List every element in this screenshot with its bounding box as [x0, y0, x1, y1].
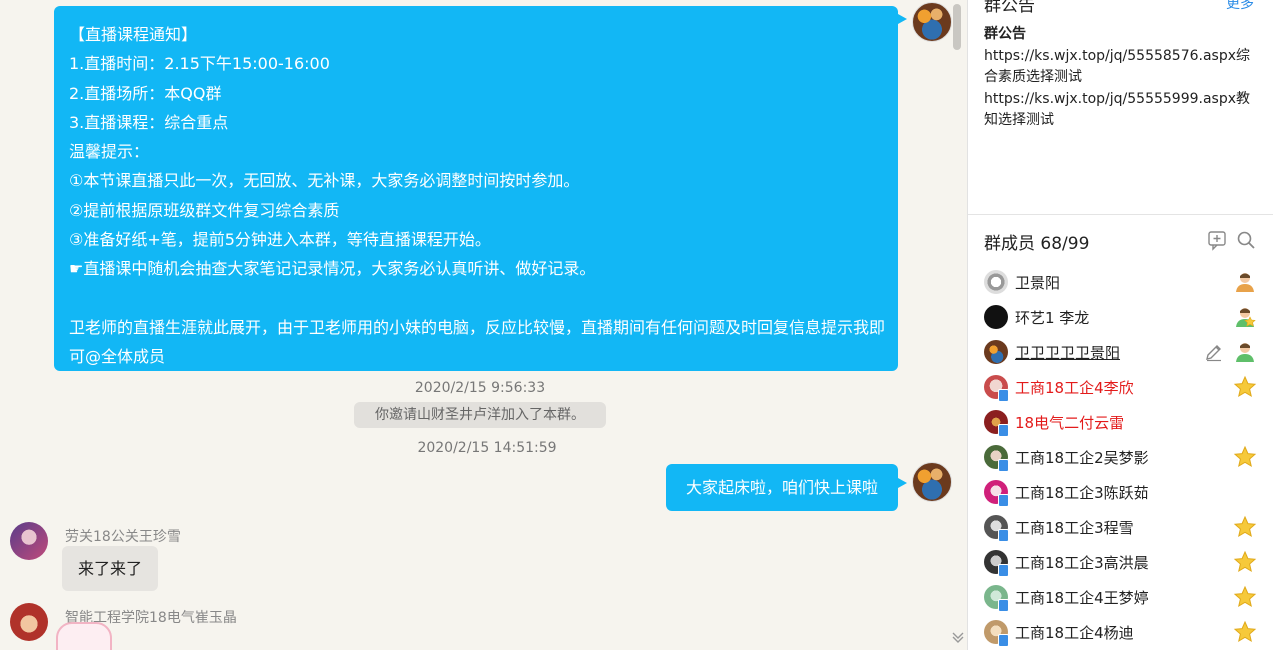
- member-row[interactable]: 工商18工企4杨迪: [984, 617, 1264, 647]
- my-message-bubble[interactable]: 大家起床啦，咱们快上课啦: [666, 464, 898, 511]
- member-avatar[interactable]: [984, 305, 1008, 329]
- star-icon: [1233, 585, 1257, 609]
- chat-scrollbar[interactable]: [951, 0, 965, 650]
- notice-message-bubble[interactable]: 【直播课程通知】 1.直播时间：2.15下午15:00-16:00 2.直播场所…: [54, 6, 898, 371]
- notice-line: ②提前根据原班级群文件复习综合素质: [69, 200, 340, 220]
- announcement-more-link[interactable]: 更多: [1226, 0, 1254, 13]
- member-row[interactable]: 卫卫卫卫卫景阳: [984, 337, 1264, 367]
- announcement-line: https://ks.wjx.top/jq/55558576.aspx综: [984, 47, 1251, 64]
- announcement-content[interactable]: 群公告 https://ks.wjx.top/jq/55558576.aspx综…: [984, 24, 1262, 132]
- star-icon: [1233, 445, 1257, 469]
- chat-pane: 【直播课程通知】 1.直播时间：2.15下午15:00-16:00 2.直播场所…: [0, 0, 967, 650]
- member-name[interactable]: 卫卫卫卫卫景阳: [1015, 342, 1120, 363]
- announcement-line: 合素质选择测试: [984, 69, 1082, 85]
- member-row[interactable]: 工商18工企3陈跃茹: [984, 477, 1264, 507]
- notice-line: 2.直播场所：本QQ群: [69, 83, 222, 103]
- mobile-online-icon: [998, 599, 1009, 612]
- member-name[interactable]: 18电气二付云雷: [1015, 412, 1124, 433]
- group-info-pane: 群公告 更多 群公告 https://ks.wjx.top/jq/5555857…: [967, 0, 1273, 650]
- system-message: 你邀请山财圣井卢洋加入了本群。: [354, 402, 606, 428]
- sender-avatar[interactable]: [10, 603, 48, 641]
- announcement-title: 群公告: [984, 0, 1035, 16]
- member-row[interactable]: 工商18工企3高洪晨: [984, 547, 1264, 577]
- member-name[interactable]: 工商18工企4王梦婷: [1015, 587, 1149, 608]
- sender-name[interactable]: 劳关18公关王珍雪: [65, 526, 181, 546]
- star-icon: [1233, 515, 1257, 539]
- mobile-online-icon: [998, 564, 1009, 577]
- announcement-line: 知选择测试: [984, 112, 1054, 128]
- notice-closing: 卫老师的直播生涯就此展开，由于卫老师用的小妹的电脑，反应比较慢，直播期间有任何问…: [69, 317, 886, 367]
- members-title: 群成员 68/99: [984, 234, 1090, 254]
- star-icon: [1233, 375, 1257, 399]
- announcement-line: https://ks.wjx.top/jq/55555999.aspx教: [984, 90, 1251, 107]
- search-icon[interactable]: [1235, 229, 1257, 251]
- mobile-online-icon: [998, 389, 1009, 402]
- edit-icon[interactable]: [1204, 342, 1224, 362]
- scroll-thumb[interactable]: [953, 4, 961, 50]
- member-avatar[interactable]: [984, 340, 1008, 364]
- notice-line: 1.直播时间：2.15下午15:00-16:00: [69, 54, 330, 74]
- sticker-image[interactable]: [56, 622, 112, 650]
- notice-line: 3.直播课程：综合重点: [69, 112, 229, 132]
- message-bubble[interactable]: 来了来了: [62, 546, 158, 591]
- member-row[interactable]: 工商18工企4李欣: [984, 372, 1264, 402]
- member-row[interactable]: 工商18工企3程雪: [984, 512, 1264, 542]
- add-member-icon[interactable]: [1206, 229, 1228, 251]
- member-row[interactable]: 18电气二付云雷: [984, 407, 1264, 437]
- star-icon: [1233, 550, 1257, 574]
- mobile-online-icon: [998, 529, 1009, 542]
- scroll-down-icon[interactable]: [951, 630, 965, 644]
- notice-line: 【直播课程通知】: [69, 25, 198, 44]
- timestamp: 2020/2/15 9:56:33: [414, 380, 546, 396]
- mobile-online-icon: [998, 494, 1009, 507]
- announcement-heading: 群公告: [984, 26, 1026, 42]
- my-avatar[interactable]: [912, 2, 952, 42]
- member-row[interactable]: 环艺1 李龙: [984, 302, 1264, 332]
- admin-icon: [1233, 305, 1257, 329]
- notice-line: 温馨提示：: [69, 142, 150, 162]
- timestamp: 2020/2/15 14:51:59: [417, 440, 557, 456]
- mobile-online-icon: [998, 459, 1009, 472]
- sender-avatar[interactable]: [10, 522, 48, 560]
- member-avatar[interactable]: [984, 270, 1008, 294]
- member-name[interactable]: 工商18工企4李欣: [1015, 377, 1134, 398]
- member-name[interactable]: 工商18工企3高洪晨: [1015, 552, 1149, 573]
- member-name[interactable]: 工商18工企3陈跃茹: [1015, 482, 1149, 503]
- owner-icon: [1233, 270, 1257, 294]
- member-row[interactable]: 卫景阳: [984, 267, 1264, 297]
- member-row[interactable]: 工商18工企2吴梦影: [984, 442, 1264, 472]
- member-name[interactable]: 工商18工企4杨迪: [1015, 622, 1134, 643]
- notice-line: ☛直播课中随机会抽查大家笔记记录情况，大家务必认真听讲、做好记录。: [69, 259, 596, 279]
- member-name[interactable]: 环艺1 李龙: [1015, 307, 1089, 328]
- star-icon: [1233, 620, 1257, 644]
- member-name[interactable]: 卫景阳: [1015, 272, 1060, 293]
- mobile-online-icon: [998, 634, 1009, 647]
- member-name[interactable]: 工商18工企3程雪: [1015, 517, 1134, 538]
- divider: [968, 214, 1273, 215]
- mobile-online-icon: [998, 424, 1009, 437]
- notice-line: ①本节课直播只此一次，无回放、无补课，大家务必调整时间按时参加。: [69, 171, 580, 191]
- member-role-icon: [1233, 340, 1257, 364]
- member-name[interactable]: 工商18工企2吴梦影: [1015, 447, 1149, 468]
- notice-line: ③准备好纸+笔，提前5分钟进入本群，等待直播课程开始。: [69, 230, 491, 250]
- member-row[interactable]: 工商18工企4王梦婷: [984, 582, 1264, 612]
- my-avatar[interactable]: [912, 462, 952, 502]
